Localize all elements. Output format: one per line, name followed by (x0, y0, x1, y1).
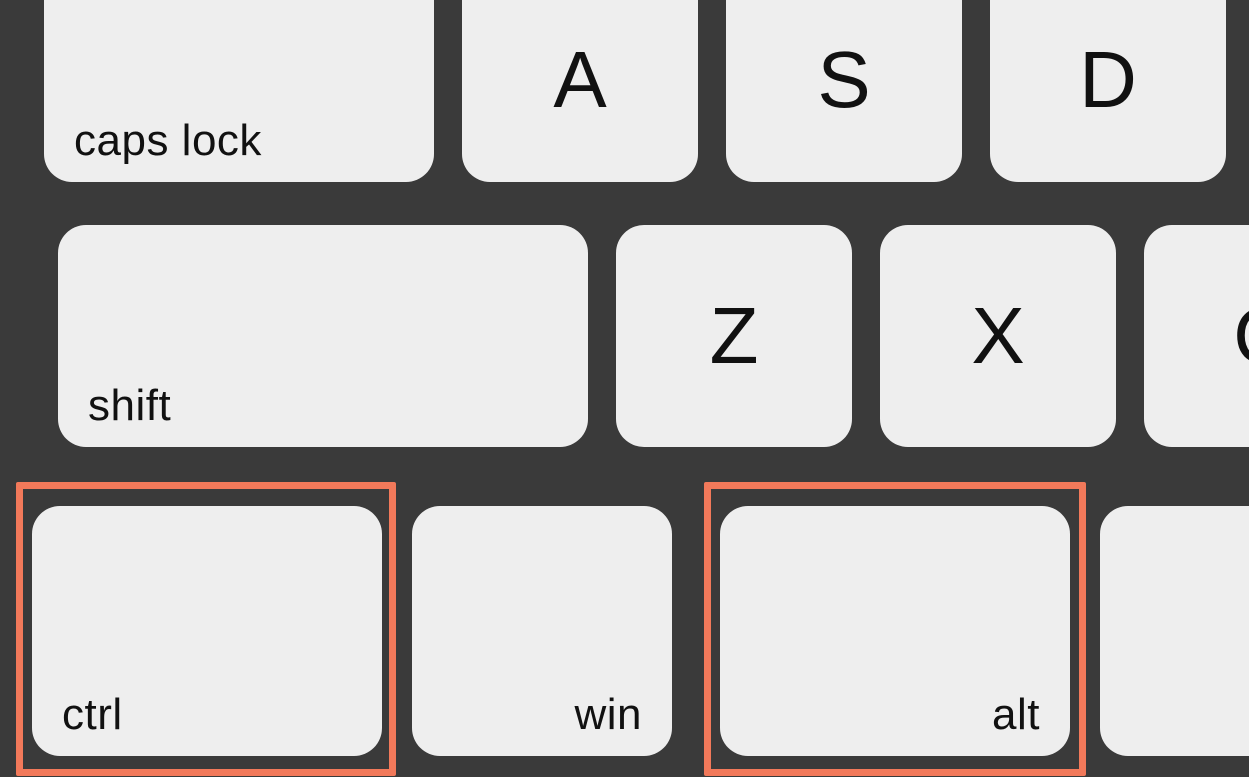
key-label: ctrl (62, 690, 123, 740)
key-c[interactable]: C (1144, 225, 1249, 447)
key-alt[interactable]: alt (720, 506, 1070, 756)
keyboard: caps lock A S D shift Z X C ctrl win alt (0, 0, 1249, 777)
key-label: Z (710, 290, 759, 382)
key-x[interactable]: X (880, 225, 1116, 447)
key-caps-lock[interactable]: caps lock (44, 0, 434, 182)
key-label: caps lock (74, 116, 262, 166)
key-d[interactable]: D (990, 0, 1226, 182)
key-label: C (1233, 290, 1249, 382)
key-blank[interactable] (1100, 506, 1249, 756)
key-label: X (971, 290, 1024, 382)
key-win[interactable]: win (412, 506, 672, 756)
key-ctrl[interactable]: ctrl (32, 506, 382, 756)
key-s[interactable]: S (726, 0, 962, 182)
key-label: D (1079, 34, 1137, 126)
key-label: win (574, 690, 642, 740)
key-label: shift (88, 381, 171, 431)
key-shift[interactable]: shift (58, 225, 588, 447)
key-a[interactable]: A (462, 0, 698, 182)
key-label: S (817, 34, 870, 126)
key-label: alt (992, 690, 1040, 740)
key-label: A (553, 34, 606, 126)
key-z[interactable]: Z (616, 225, 852, 447)
